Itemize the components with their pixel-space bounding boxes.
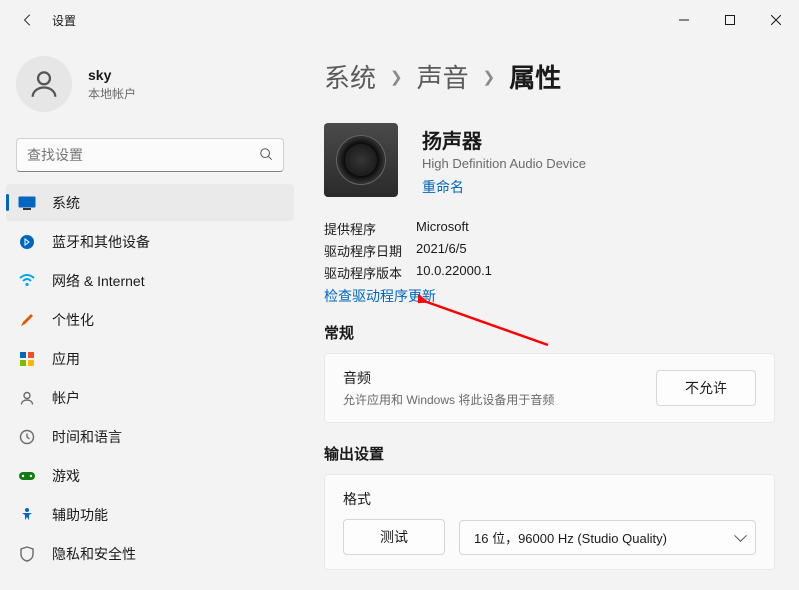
- crumb-system[interactable]: 系统: [324, 58, 376, 95]
- window-controls: [661, 4, 799, 36]
- nav-item-personalization[interactable]: 个性化: [6, 301, 294, 338]
- device-name: 扬声器: [422, 125, 586, 154]
- nav-item-accessibility[interactable]: 辅助功能: [6, 496, 294, 533]
- nav-item-gaming[interactable]: 游戏: [6, 457, 294, 494]
- crumb-sound[interactable]: 声音: [417, 58, 469, 95]
- back-button[interactable]: [18, 10, 38, 30]
- check-driver-update-link[interactable]: 检查驱动程序更新: [324, 286, 436, 306]
- section-general: 常规: [324, 322, 775, 343]
- nav-label: 个性化: [52, 310, 94, 330]
- system-icon: [18, 194, 36, 212]
- user-account-type: 本地帐户: [88, 85, 136, 102]
- search-icon: [259, 147, 273, 164]
- clock-icon: [18, 428, 36, 446]
- search-box[interactable]: [16, 138, 284, 172]
- breadcrumb: 系统 ❯ 声音 ❯ 属性: [324, 58, 775, 95]
- device-sub: High Definition Audio Device: [422, 156, 586, 171]
- accessibility-icon: [18, 506, 36, 524]
- brush-icon: [18, 311, 36, 329]
- format-select[interactable]: 16 位，96000 Hz (Studio Quality): [459, 520, 756, 555]
- nav-item-privacy[interactable]: 隐私和安全性: [6, 535, 294, 572]
- minimize-button[interactable]: [661, 4, 707, 36]
- nav-label: 隐私和安全性: [52, 544, 136, 564]
- speaker-icon: [324, 123, 398, 197]
- format-selected: 16 位，96000 Hz (Studio Quality): [474, 528, 667, 547]
- chevron-icon: ❯: [390, 68, 403, 86]
- nav-item-apps[interactable]: 应用: [6, 340, 294, 377]
- window-title: 设置: [52, 12, 76, 29]
- audio-sub: 允许应用和 Windows 将此设备用于音频: [343, 391, 642, 408]
- driver-version-label: 驱动程序版本: [324, 263, 416, 282]
- shield-icon: [18, 545, 36, 563]
- deny-button[interactable]: 不允许: [656, 370, 756, 406]
- sidebar: sky 本地帐户 系统 蓝牙和其他设备 网络 &: [0, 40, 300, 590]
- nav-label: 时间和语言: [52, 427, 122, 447]
- crumb-properties: 属性: [509, 58, 561, 95]
- nav-label: 网络 & Internet: [52, 271, 145, 291]
- provider-value: Microsoft: [416, 219, 775, 238]
- close-button[interactable]: [753, 4, 799, 36]
- nav-label: 蓝牙和其他设备: [52, 232, 150, 252]
- wifi-icon: [18, 272, 36, 290]
- general-card: 音频 允许应用和 Windows 将此设备用于音频 不允许: [324, 353, 775, 423]
- user-name: sky: [88, 67, 136, 83]
- device-header: 扬声器 High Definition Audio Device 重命名: [324, 123, 775, 197]
- provider-label: 提供程序: [324, 219, 416, 238]
- chevron-icon: ❯: [483, 68, 496, 86]
- driver-date-value: 2021/6/5: [416, 241, 775, 260]
- bluetooth-icon: [18, 233, 36, 251]
- nav-item-system[interactable]: 系统: [6, 184, 294, 221]
- apps-icon: [18, 350, 36, 368]
- rename-link[interactable]: 重命名: [422, 177, 586, 197]
- maximize-button[interactable]: [707, 4, 753, 36]
- search-input[interactable]: [27, 147, 259, 163]
- format-card: 格式 测试 16 位，96000 Hz (Studio Quality): [324, 474, 775, 570]
- test-button[interactable]: 测试: [343, 519, 445, 555]
- avatar: [16, 56, 72, 112]
- section-output: 输出设置: [324, 443, 775, 464]
- user-area[interactable]: sky 本地帐户: [0, 48, 300, 138]
- driver-meta: 提供程序 Microsoft 驱动程序日期 2021/6/5 驱动程序版本 10…: [324, 219, 775, 282]
- nav-label: 辅助功能: [52, 505, 108, 525]
- driver-date-label: 驱动程序日期: [324, 241, 416, 260]
- nav-label: 应用: [52, 349, 80, 369]
- nav-label: 帐户: [52, 388, 80, 408]
- nav-item-accounts[interactable]: 帐户: [6, 379, 294, 416]
- driver-version-value: 10.0.22000.1: [416, 263, 775, 282]
- nav-label: 系统: [52, 193, 80, 213]
- nav-list: 系统 蓝牙和其他设备 网络 & Internet 个性化 应用 帐户: [0, 184, 300, 574]
- nav-item-network[interactable]: 网络 & Internet: [6, 262, 294, 299]
- titlebar: 设置: [0, 0, 799, 40]
- nav-label: 游戏: [52, 466, 80, 486]
- gamepad-icon: [18, 467, 36, 485]
- format-title: 格式: [343, 489, 756, 509]
- nav-item-time-language[interactable]: 时间和语言: [6, 418, 294, 455]
- main-pane: 系统 ❯ 声音 ❯ 属性 扬声器 High Definition Audio D…: [300, 40, 799, 590]
- nav-item-bluetooth[interactable]: 蓝牙和其他设备: [6, 223, 294, 260]
- audio-title: 音频: [343, 368, 642, 388]
- person-icon: [18, 389, 36, 407]
